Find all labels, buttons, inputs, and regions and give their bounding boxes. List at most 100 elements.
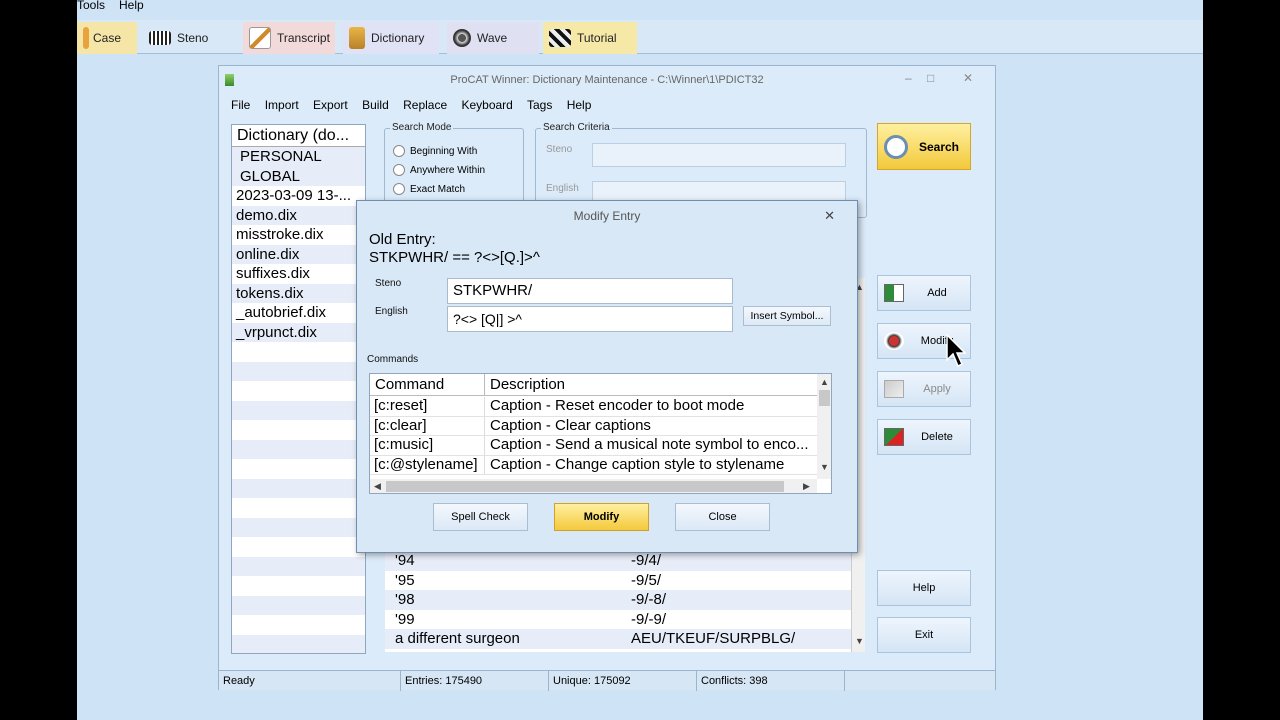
entry-english: '95 bbox=[395, 571, 415, 589]
menu-build[interactable]: Build bbox=[362, 98, 389, 112]
insert-symbol-button[interactable]: Insert Symbol... bbox=[743, 306, 831, 326]
menu-tools[interactable]: Tools bbox=[77, 0, 105, 12]
dictionary-item[interactable]: 2023-03-09 13-... bbox=[232, 186, 365, 206]
command-description: Caption - Clear captions bbox=[490, 416, 651, 434]
menu-file[interactable]: File bbox=[231, 98, 250, 112]
apply-button[interactable]: Apply bbox=[877, 371, 971, 407]
commands-table[interactable]: Command Description [c:reset] Caption - R… bbox=[369, 373, 832, 494]
hscroll-thumb[interactable] bbox=[386, 481, 784, 492]
dictionary-item[interactable]: suffixes.dix bbox=[232, 264, 365, 284]
scroll-left-icon[interactable]: ◀ bbox=[374, 481, 381, 492]
tab-dictionary[interactable]: Dictionary bbox=[343, 22, 439, 54]
dictionary-item[interactable]: tokens.dix bbox=[232, 283, 365, 303]
search-button[interactable]: Search bbox=[877, 123, 971, 170]
command-code: [c:@stylename] bbox=[374, 455, 478, 473]
empty-row bbox=[232, 615, 365, 635]
empty-row bbox=[232, 537, 365, 557]
case-icon bbox=[83, 27, 89, 49]
search-criteria-label: Search Criteria bbox=[541, 122, 612, 133]
keyboard-icon bbox=[149, 31, 171, 45]
scroll-right-icon[interactable]: ▶ bbox=[803, 481, 810, 492]
entry-steno: -9/4/ bbox=[631, 552, 662, 569]
criteria-english-input[interactable] bbox=[592, 181, 846, 201]
status-bar: Ready Entries: 175490 Unique: 175092 Con… bbox=[219, 670, 995, 691]
table-row[interactable]: '95 -9/5/ bbox=[385, 570, 851, 590]
minimize-button[interactable]: – bbox=[905, 71, 912, 85]
table-row[interactable]: '94 -9/4/ bbox=[385, 551, 851, 571]
command-row[interactable]: [c:reset] Caption - Reset encoder to boot… bbox=[370, 397, 817, 417]
book-icon bbox=[349, 27, 365, 49]
tab-case[interactable]: Case bbox=[77, 22, 137, 54]
criteria-steno-input[interactable] bbox=[592, 143, 846, 167]
app-menu-bar: Tools Help bbox=[77, 0, 1203, 14]
maximize-button[interactable]: □ bbox=[927, 71, 934, 85]
radio-exact-match[interactable]: Exact Match bbox=[393, 183, 465, 195]
dialog-modify-button[interactable]: Modify bbox=[554, 503, 649, 531]
empty-row bbox=[232, 478, 365, 498]
menu-help[interactable]: Help bbox=[567, 98, 592, 112]
criteria-steno-label: Steno bbox=[546, 144, 573, 155]
scroll-down-icon[interactable]: ▼ bbox=[855, 636, 864, 646]
exit-button[interactable]: Exit bbox=[877, 617, 971, 653]
command-code: [c:reset] bbox=[374, 397, 428, 414]
entry-english: '98 bbox=[395, 591, 415, 608]
scroll-thumb[interactable] bbox=[819, 390, 830, 406]
radio-beginning-with[interactable]: Beginning With bbox=[393, 145, 477, 157]
dialog-close-icon[interactable]: ✕ bbox=[824, 208, 835, 224]
radio-circle-icon bbox=[393, 164, 405, 176]
dictionary-item[interactable]: GLOBAL bbox=[232, 166, 365, 186]
tab-wave[interactable]: Wave bbox=[447, 22, 539, 54]
status-conflicts: Conflicts: 398 bbox=[697, 671, 845, 691]
menu-help[interactable]: Help bbox=[119, 0, 144, 12]
dialog-close-button[interactable]: Close bbox=[675, 503, 770, 531]
menu-tags[interactable]: Tags bbox=[527, 98, 552, 112]
tab-tutorial[interactable]: Tutorial bbox=[543, 22, 637, 54]
dictionary-item[interactable]: _autobrief.dix bbox=[232, 303, 365, 323]
dictionary-item[interactable]: demo.dix bbox=[232, 205, 365, 225]
empty-row bbox=[232, 634, 365, 653]
command-row[interactable]: [c:clear] Caption - Clear captions bbox=[370, 416, 817, 436]
empty-row bbox=[232, 556, 365, 576]
steno-input[interactable]: STKPWHR/ bbox=[447, 278, 733, 304]
command-row[interactable]: [c:music] Caption - Send a musical note s… bbox=[370, 436, 817, 456]
entry-steno: AEU/TKEUF/SURPBLG/ bbox=[631, 630, 796, 647]
radio-anywhere-within[interactable]: Anywhere Within bbox=[393, 164, 485, 176]
entry-steno: -9/-9/ bbox=[631, 610, 667, 628]
command-row[interactable]: [c:@stylename] Caption - Change caption s… bbox=[370, 455, 817, 475]
delete-button[interactable]: Delete bbox=[877, 419, 971, 455]
magnifier-icon bbox=[884, 134, 908, 159]
entries-table[interactable]: '94 -9/4/ '95 -9/5/ '98 -9/-8/ '99 -9/-9/a diff… bbox=[385, 551, 851, 652]
commands-vscrollbar[interactable]: ▲ ▼ bbox=[817, 374, 831, 479]
dictionary-item[interactable]: misstroke.dix bbox=[232, 225, 365, 245]
menu-keyboard[interactable]: Keyboard bbox=[461, 98, 512, 112]
dictionary-item[interactable]: PERSONAL bbox=[232, 147, 365, 167]
scroll-up-icon[interactable]: ▲ bbox=[820, 377, 829, 387]
english-input[interactable]: ?<> [Q|] >^ bbox=[447, 306, 733, 332]
help-button[interactable]: Help bbox=[877, 570, 971, 606]
dictionary-item[interactable]: online.dix bbox=[232, 244, 365, 264]
menu-replace[interactable]: Replace bbox=[403, 98, 447, 112]
empty-row bbox=[232, 439, 365, 459]
table-row[interactable]: '98 -9/-8/ bbox=[385, 590, 851, 610]
column-description[interactable]: Description bbox=[490, 376, 565, 393]
dictionary-item[interactable]: _vrpunct.dix bbox=[232, 322, 365, 342]
window-title: ProCAT Winner: Dictionary Maintenance - … bbox=[450, 74, 764, 86]
column-command[interactable]: Command bbox=[375, 376, 444, 393]
close-button[interactable]: ✕ bbox=[963, 71, 973, 85]
tab-transcript[interactable]: Transcript bbox=[243, 22, 335, 54]
tab-steno[interactable]: Steno bbox=[143, 22, 235, 54]
pen-icon bbox=[249, 27, 271, 49]
table-row[interactable]: a different surgeon AEU/TKEUF/SURPBLG/ bbox=[385, 629, 851, 649]
add-button[interactable]: Add bbox=[877, 275, 971, 311]
scroll-down-icon[interactable]: ▼ bbox=[820, 462, 829, 472]
commands-hscrollbar[interactable]: ◀ ▶ bbox=[370, 479, 817, 493]
table-row[interactable]: '99 -9/-9/ bbox=[385, 609, 851, 629]
dictionary-list-header[interactable]: Dictionary (do... bbox=[232, 125, 365, 147]
status-state: Ready bbox=[219, 671, 401, 691]
spell-check-button[interactable]: Spell Check bbox=[433, 503, 528, 531]
menu-export[interactable]: Export bbox=[313, 98, 348, 112]
dictionary-list[interactable]: Dictionary (do... PERSONAL GLOBAL 2023-03-… bbox=[231, 124, 366, 654]
commands-table-header: Command Description bbox=[370, 374, 817, 396]
command-code: [c:music] bbox=[374, 436, 434, 453]
menu-import[interactable]: Import bbox=[265, 98, 299, 112]
